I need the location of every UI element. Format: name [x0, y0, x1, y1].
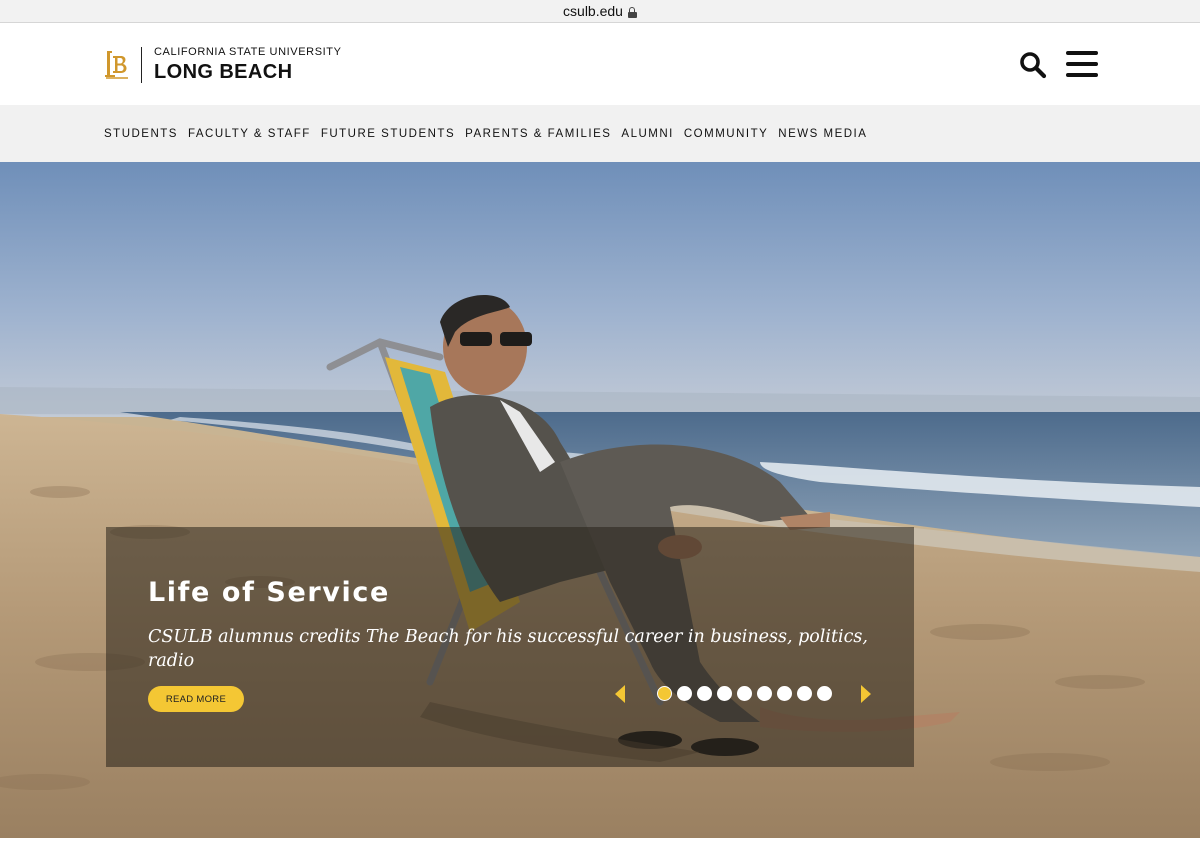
- slide-dot[interactable]: [737, 686, 752, 701]
- slide-caption: Life of Service CSULB alumnus credits Th…: [106, 527, 914, 767]
- page-bottom-edge: [0, 838, 1200, 844]
- slide-dot[interactable]: [677, 686, 692, 701]
- slide-dot[interactable]: [697, 686, 712, 701]
- university-logo-link[interactable]: CALIFORNIA STATE UNIVERSITY LONG BEACH: [103, 46, 342, 83]
- nav-item-news-media[interactable]: NEWS MEDIA: [778, 128, 867, 140]
- hamburger-menu-icon[interactable]: [1066, 51, 1098, 77]
- nav-item-parents-families[interactable]: PARENTS & FAMILIES: [465, 128, 611, 140]
- university-name: CALIFORNIA STATE UNIVERSITY LONG BEACH: [154, 46, 342, 83]
- browser-address-bar[interactable]: csulb.edu: [0, 0, 1200, 23]
- campus-name: LONG BEACH: [154, 61, 293, 83]
- university-system-name: CALIFORNIA STATE UNIVERSITY: [154, 46, 342, 58]
- caret-left-icon[interactable]: [613, 684, 627, 704]
- caret-right-icon[interactable]: [859, 684, 873, 704]
- nav-item-alumni[interactable]: ALUMNI: [621, 128, 673, 140]
- nav-item-community[interactable]: COMMUNITY: [684, 128, 768, 140]
- nav-item-students[interactable]: STUDENTS: [104, 128, 178, 140]
- nav-item-future-students[interactable]: FUTURE STUDENTS: [321, 128, 455, 140]
- audience-nav-list: STUDENTS FACULTY & STAFF FUTURE STUDENTS…: [104, 105, 877, 162]
- slide-dot[interactable]: [757, 686, 772, 701]
- logo-divider: [141, 46, 142, 83]
- nav-item-faculty-staff[interactable]: FACULTY & STAFF: [188, 128, 311, 140]
- read-more-button[interactable]: READ MORE: [148, 686, 244, 712]
- slide-dot[interactable]: [717, 686, 732, 701]
- slide-dot[interactable]: [777, 686, 792, 701]
- slide-pagination: [657, 686, 832, 702]
- hero-slider: Life of Service CSULB alumnus credits Th…: [0, 162, 1200, 838]
- audience-navigation: STUDENTS FACULTY & STAFF FUTURE STUDENTS…: [0, 105, 1200, 162]
- lb-monogram-icon: [103, 47, 131, 83]
- search-icon[interactable]: [1018, 50, 1048, 80]
- slide-dot[interactable]: [797, 686, 812, 701]
- slide-title[interactable]: Life of Service: [148, 577, 390, 608]
- site-header: CALIFORNIA STATE UNIVERSITY LONG BEACH: [0, 24, 1200, 105]
- slide-subtitle: CSULB alumnus credits The Beach for his …: [148, 627, 868, 671]
- lock-icon: [627, 6, 637, 18]
- slide-dot[interactable]: [817, 686, 832, 701]
- url-text[interactable]: csulb.edu: [563, 3, 623, 19]
- slide-dot[interactable]: [657, 686, 672, 701]
